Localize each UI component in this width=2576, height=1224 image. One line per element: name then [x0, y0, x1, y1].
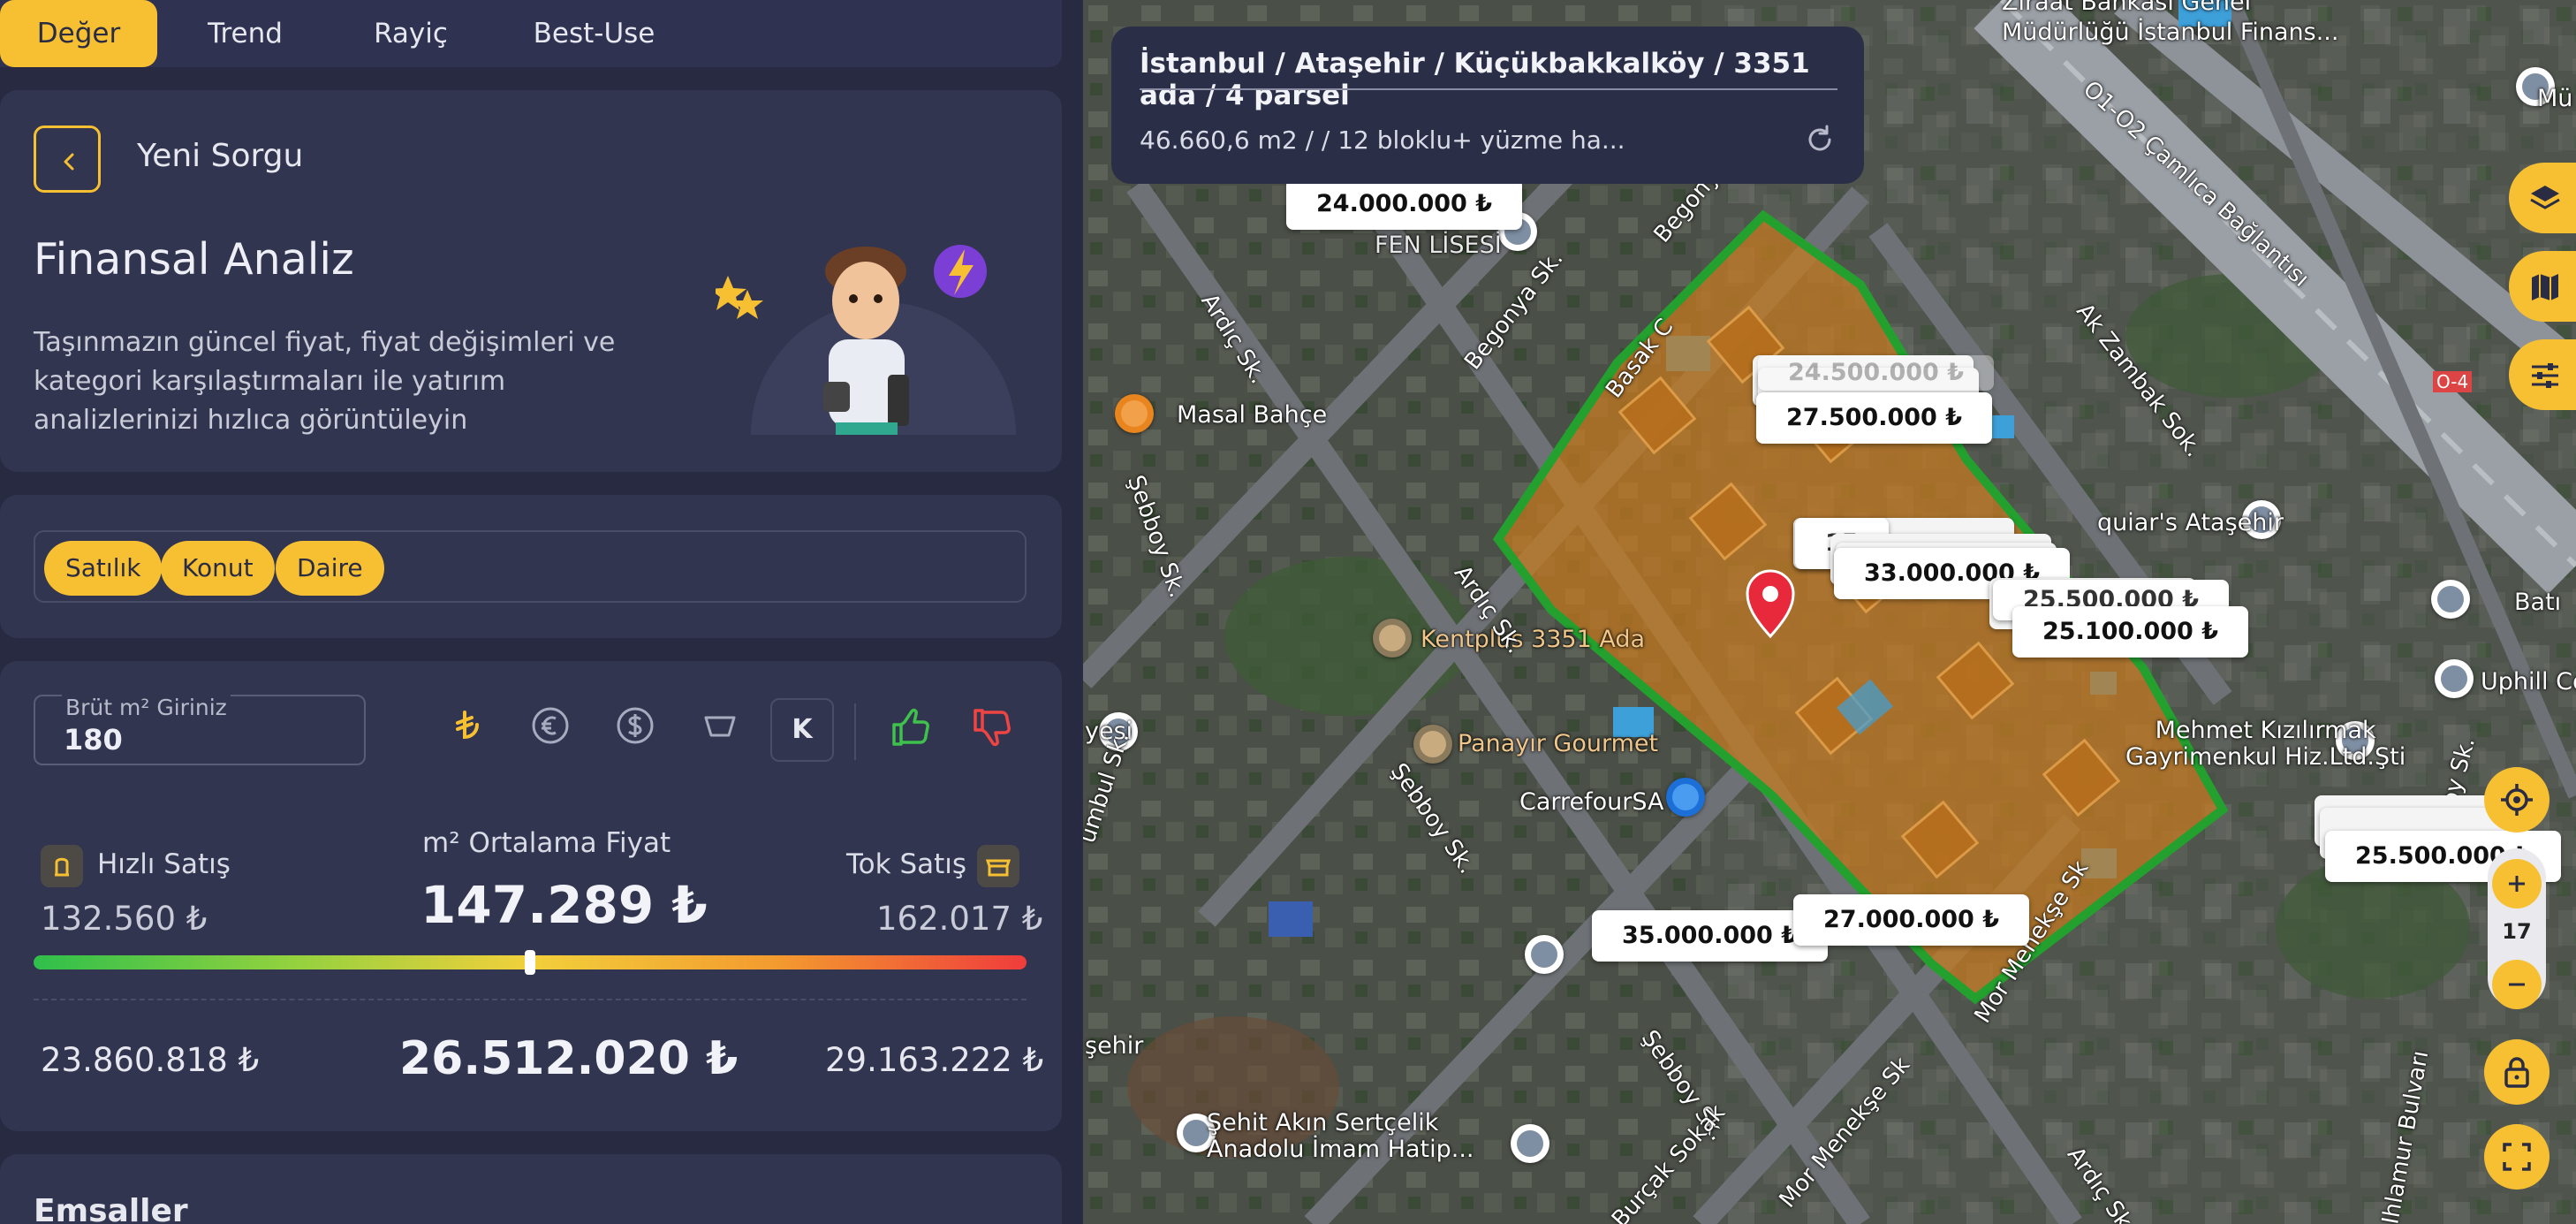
new-query-label: Yeni Sorgu	[137, 138, 304, 174]
school-icon[interactable]	[1525, 935, 1564, 974]
comparables-title: Emsaller	[34, 1193, 188, 1224]
crosshair-icon	[2501, 784, 2533, 816]
map-label-carrefour: CarrefourSA	[1519, 788, 1664, 816]
minus-icon	[2509, 983, 2525, 986]
price-marker[interactable]: 27.000.000 ₺	[1793, 894, 2029, 946]
fast-sale-label: Hızlı Satış	[97, 848, 231, 880]
map-label-mu: Mü	[2537, 85, 2573, 112]
avg-price-value: 147.289 ₺	[420, 875, 708, 935]
price-analysis-card: Brüt m² Giriniz 180 K Hızlı Satış 132.56…	[0, 661, 1062, 1131]
avatar-illustration	[709, 223, 1025, 435]
locate-button[interactable]	[2484, 767, 2549, 832]
poi-icon[interactable]	[1373, 619, 1412, 658]
fast-sale-value: 132.560 ₺	[41, 900, 208, 938]
parcel-info-box: İstanbul / Ataşehir / Küçükbakkalköy / 3…	[1111, 27, 1864, 184]
restaurant-icon[interactable]	[1115, 394, 1154, 433]
area-input-value[interactable]: 180	[64, 723, 123, 756]
thumbs-up-icon[interactable]	[889, 705, 933, 749]
divider	[1140, 88, 1837, 90]
filter-chip-konut[interactable]: Konut	[161, 541, 275, 596]
map-label-fen-lisesi: FEN LİSESİ	[1375, 232, 1502, 259]
price-marker[interactable]: 27.500.000 ₺	[1756, 392, 1992, 444]
total-fast-value: 23.860.818 ₺	[41, 1041, 260, 1079]
tab-bar: Değer Trend Rayiç Best-Use	[0, 0, 1062, 67]
refresh-icon[interactable]	[1802, 122, 1837, 157]
divider	[854, 703, 856, 760]
price-gauge	[34, 950, 1027, 975]
lock-button[interactable]	[2484, 1039, 2549, 1105]
sliders-icon	[2532, 363, 2558, 388]
dollar-icon[interactable]	[615, 705, 655, 746]
map-label-kentplus: Kentplus 3351 Ada	[1421, 626, 1646, 653]
gauge-marker	[525, 950, 535, 975]
poi-icon[interactable]	[2431, 580, 2470, 619]
fast-sale-icon	[41, 845, 83, 887]
price-marker[interactable]: 35.000.000 ₺	[1592, 910, 1828, 962]
tab-best-use[interactable]: Best-Use	[512, 0, 676, 67]
map-label-mehmet: Mehmet Kızılırmak Gayrimenkul Hiz.Ltd.Şt…	[2125, 717, 2406, 771]
euro-icon[interactable]	[530, 705, 571, 746]
map-view[interactable]: Ziraat Bankası Genel Müdürlüğü İstanbul …	[1083, 0, 2576, 1224]
k-button[interactable]: K	[770, 698, 834, 762]
fullscreen-button[interactable]	[2484, 1124, 2549, 1190]
back-button[interactable]	[34, 125, 101, 193]
filters-button[interactable]	[2509, 339, 2576, 410]
slow-sale-label: Tok Satış	[846, 848, 967, 880]
thumbs-down-icon[interactable]	[970, 705, 1014, 749]
layers-icon	[2530, 186, 2560, 209]
price-marker[interactable]: 25.100.000 ₺	[2012, 606, 2248, 658]
lira-icon[interactable]	[447, 705, 488, 746]
poi-icon[interactable]	[2435, 659, 2474, 698]
total-slow-value: 29.163.222 ₺	[825, 1041, 1044, 1079]
chevron-left-icon	[64, 153, 74, 171]
dashed-divider	[34, 999, 1027, 1000]
price-marker[interactable]: 24.000.000 ₺	[1286, 179, 1522, 230]
analysis-panel: Değer Trend Rayiç Best-Use Yeni Sorgu Fi…	[0, 0, 1081, 1224]
comparables-card: Emsaller	[0, 1154, 1062, 1224]
avg-price-label: m² Ortalama Fiyat	[422, 827, 671, 859]
map-label-sehir: şehir	[1085, 1032, 1144, 1060]
gold-icon[interactable]	[700, 705, 740, 746]
school-icon[interactable]	[1511, 1124, 1549, 1163]
fullscreen-icon	[2503, 1143, 2531, 1171]
shopping-icon[interactable]	[1666, 778, 1705, 817]
parcel-details: 46.660,6 m2 / / 12 bloklu+ yüzme ha...	[1140, 125, 1625, 155]
layers-button[interactable]	[2509, 163, 2576, 233]
map-icon	[2532, 274, 2558, 300]
slow-sale-value: 162.017 ₺	[876, 900, 1043, 938]
filter-chip-list: Satılık Konut Daire	[34, 530, 1027, 603]
area-input-label: Brüt m² Giriniz	[62, 695, 231, 720]
lock-icon	[2504, 1057, 2529, 1088]
tab-trend[interactable]: Trend	[177, 0, 314, 67]
map-type-button[interactable]	[2509, 251, 2576, 322]
map-label-masal-bahce: Masal Bahçe	[1177, 401, 1328, 429]
page-title: Finansal Analiz	[34, 234, 354, 285]
map-label-bati: Batı	[2514, 589, 2562, 616]
tab-deger[interactable]: Değer	[0, 0, 157, 67]
highway-badge: O-4	[2433, 371, 2473, 392]
map-label-aquiars: quiar's Ataşehir	[2097, 509, 2284, 536]
zoom-out-button[interactable]	[2492, 960, 2542, 1009]
intro-card: Yeni Sorgu Finansal Analiz Taşınmazın gü…	[0, 90, 1062, 472]
total-avg-value: 26.512.020 ₺	[399, 1032, 739, 1085]
map-label-sehit: Şehit Akın Sertçelik Anadolu İmam Hatip.…	[1207, 1109, 1474, 1163]
restaurant-poi-icon[interactable]	[1413, 725, 1452, 764]
page-description: Taşınmazın güncel fiyat, fiyat değişimle…	[34, 327, 616, 436]
area-input[interactable]: Brüt m² Giriniz 180	[34, 695, 366, 765]
filter-chip-satilik[interactable]: Satılık	[44, 541, 163, 596]
zoom-level: 17	[2502, 919, 2532, 944]
map-label-ziraat: Ziraat Bankası Genel Müdürlüğü İstanbul …	[2002, 0, 2339, 46]
price-marker-hidden: 24.500.000 ₺	[1758, 355, 1994, 391]
parcel-address: İstanbul / Ataşehir / Küçükbakkalköy / 3…	[1140, 48, 1810, 111]
map-label-panayir: Panayır Gourmet	[1458, 730, 1659, 757]
zoom-in-button[interactable]	[2492, 859, 2542, 908]
filter-chip-daire[interactable]: Daire	[276, 541, 384, 596]
map-label-uphill: Uphill Cou	[2481, 668, 2576, 696]
shop-icon	[977, 845, 1019, 887]
tab-rayic[interactable]: Rayiç	[345, 0, 477, 67]
plus-icon	[2509, 876, 2525, 892]
filter-card: Satılık Konut Daire	[0, 495, 1062, 638]
